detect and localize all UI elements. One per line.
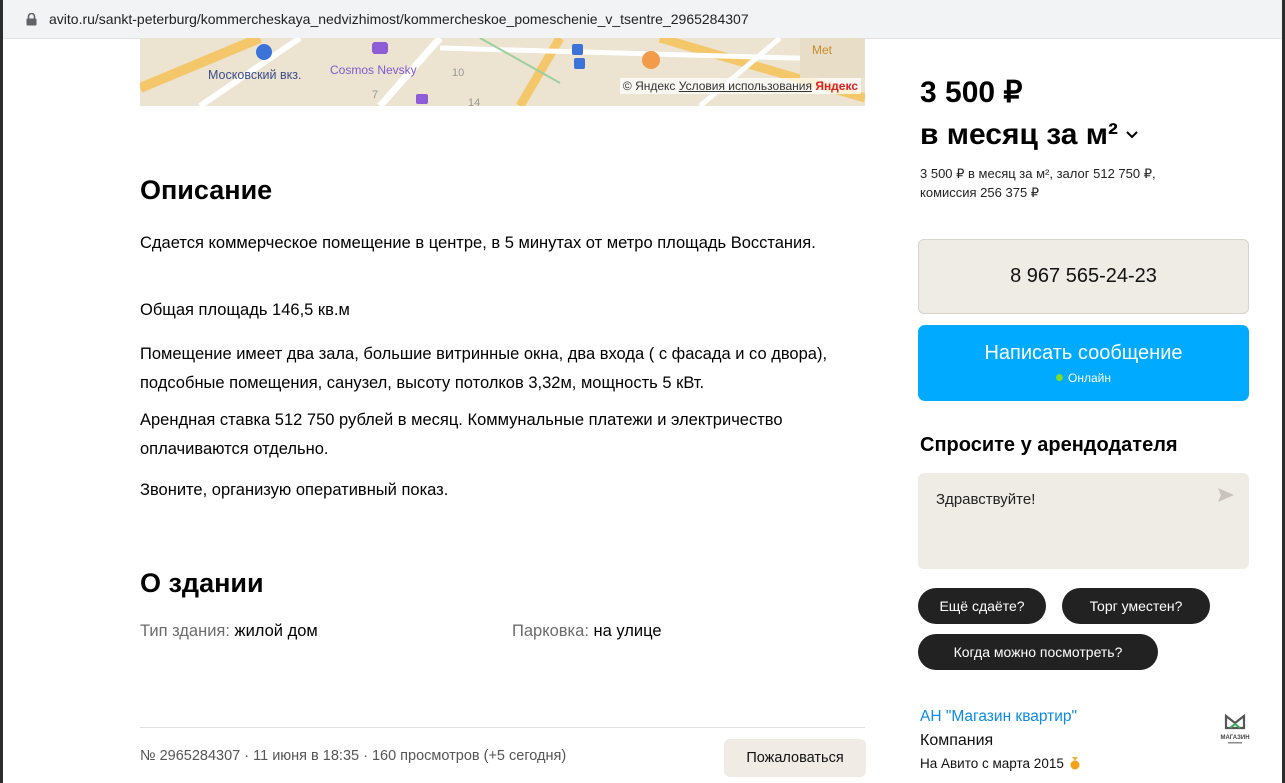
online-dot-icon (1056, 374, 1064, 381)
price-amount: 3 500 ₽ (920, 76, 1023, 109)
phone-button[interactable]: 8 967 565-24-23 (918, 239, 1249, 314)
map-copyright: © Яндекс (622, 79, 676, 93)
map-label-hotel: Cosmos Nevsky (330, 63, 417, 77)
parking-label: Парковка: (512, 622, 589, 640)
map-streets: Московский вкз. Cosmos Nevsky Met 10 7 1… (140, 38, 865, 106)
price: 3 500 ₽ в месяц за м² (920, 72, 1138, 156)
map-label-10: 10 (452, 67, 464, 79)
description-paragraph-2: Общая площадь 146,5 кв.м (140, 301, 350, 319)
lock-icon (23, 11, 39, 27)
building-type: Тип здания: жилой дом (140, 622, 318, 641)
price-unit[interactable]: в месяц за м² (920, 114, 1118, 156)
online-label: Онлайн (1068, 370, 1111, 385)
footer-divider (140, 727, 865, 728)
medal-icon (1069, 757, 1081, 770)
seller-logo[interactable]: МАГАЗИН (1218, 708, 1252, 748)
building-heading: О здании (140, 568, 264, 598)
map[interactable]: Московский вкз. Cosmos Nevsky Met 10 7 1… (140, 38, 865, 106)
map-label-7: 7 (372, 89, 378, 101)
map-attribution: © Яндекс Условия использования Яндекс (619, 78, 861, 94)
send-icon[interactable] (1217, 487, 1235, 507)
description-paragraph-4: Арендная ставка 512 750 рублей в месяц. … (140, 411, 783, 458)
map-terms-link[interactable]: Условия использования (679, 79, 812, 93)
building-parking: Парковка: на улице (512, 622, 662, 641)
seller-type: Компания (920, 732, 994, 749)
price-details-line1: 3 500 ₽ в месяц за м², залог 512 750 ₽, (920, 166, 1156, 181)
browser-frame-left (0, 0, 3, 783)
listing-meta: № 2965284307 · 11 июня в 18:35 · 160 про… (140, 748, 567, 764)
seller-logo-text: МАГАЗИН (1220, 735, 1249, 741)
description-paragraph-1: Сдается коммерческое помещение в центре,… (140, 234, 816, 252)
chevron-down-icon[interactable] (1126, 131, 1138, 139)
building-type-value: жилой дом (234, 622, 318, 640)
price-details: 3 500 ₽ в месяц за м², залог 512 750 ₽, … (920, 164, 1240, 202)
price-details-line2: комиссия 256 375 ₽ (920, 185, 1040, 200)
write-message-label[interactable]: Написать сообщение (984, 342, 1182, 365)
seller-name-link[interactable]: АН "Магазин квартир" (920, 708, 1077, 726)
price-unit-selector[interactable]: в месяц за м² (920, 114, 1138, 156)
quick-question-still-renting[interactable]: Ещё сдаёте? (918, 588, 1046, 624)
quick-question-viewing-time[interactable]: Когда можно посмотреть? (918, 634, 1158, 670)
seller-since: На Авито с марта 2015 (920, 756, 1081, 771)
ask-title: Спросите у арендодателя (920, 434, 1178, 456)
map-label-station: Московский вкз. (208, 68, 301, 82)
online-status: Онлайн (1056, 371, 1111, 385)
description-paragraph-3: Помещение имеет два зала, большие витрин… (140, 345, 828, 392)
seller-since-text: На Авито с марта 2015 (920, 756, 1064, 771)
parking-value: на улице (593, 622, 662, 640)
ask-message-input[interactable]: Здравствуйте! (918, 473, 1249, 569)
building-type-label: Тип здания: (140, 622, 230, 640)
url-text[interactable]: avito.ru/sankt-peterburg/kommercheskaya_… (49, 11, 749, 27)
report-button[interactable]: Пожаловаться (724, 739, 866, 777)
map-label-metro: Met (812, 43, 833, 57)
quick-question-bargain[interactable]: Торг уместен? (1062, 588, 1210, 624)
ask-input-value[interactable]: Здравствуйте! (936, 491, 1035, 508)
address-bar[interactable]: avito.ru/sankt-peterburg/kommercheskaya_… (3, 0, 1282, 39)
description-paragraph-5: Звоните, организую оперативный показ. (140, 481, 449, 499)
description-heading: Описание (140, 175, 273, 205)
yandex-logo[interactable]: Яндекс (815, 79, 858, 93)
map-label-14: 14 (468, 97, 480, 106)
write-message-button[interactable]: Написать сообщение Онлайн (918, 325, 1249, 401)
